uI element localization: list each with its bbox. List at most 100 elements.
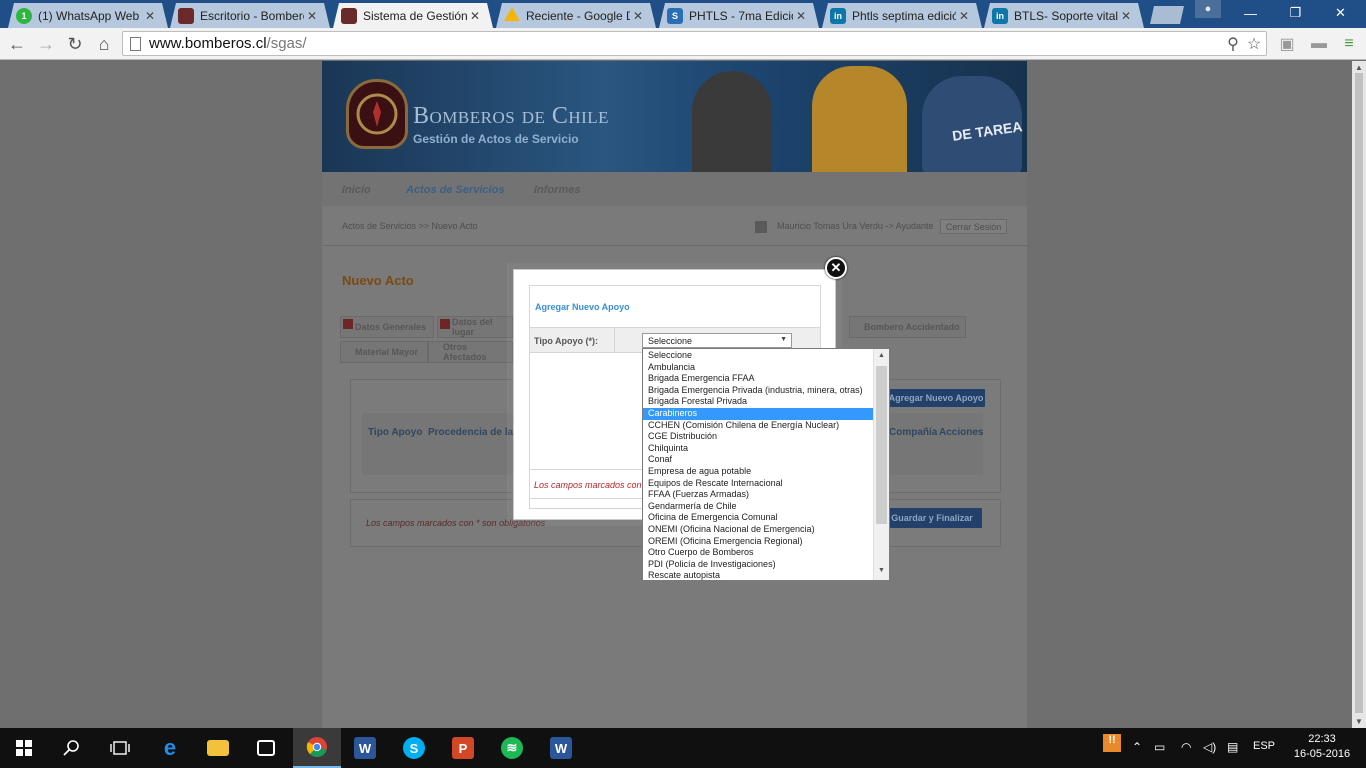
scroll-thumb[interactable] [876, 366, 887, 524]
nav-inicio[interactable]: Inicio [342, 184, 371, 196]
chevron-up-icon[interactable]: ⌃ [1132, 740, 1142, 754]
nav-informes[interactable]: Informes [534, 184, 580, 196]
scroll-up-icon[interactable]: ▲ [878, 352, 885, 359]
save-finish-button[interactable]: Guardar y Finalizar [882, 508, 982, 528]
scroll-down-icon[interactable]: ▼ [878, 567, 885, 574]
dropdown-option[interactable]: Gendarmería de Chile [643, 501, 874, 513]
notification-icon[interactable]: ▤ [1227, 740, 1238, 754]
bookmark-star-icon[interactable]: ☆ [1243, 33, 1265, 55]
dropdown-option[interactable]: Equipos de Rescate Internacional [643, 478, 874, 490]
word-icon[interactable]: W [341, 728, 389, 768]
tab-bombero-accidentado[interactable]: Bombero Accidentado [849, 316, 966, 338]
language-indicator[interactable]: ESP [1253, 740, 1275, 752]
close-tab-icon[interactable]: ✕ [630, 9, 646, 23]
edge-icon[interactable]: e [146, 728, 194, 768]
dropdown-option[interactable]: Carabineros [643, 407, 874, 420]
close-tab-icon[interactable]: ✕ [1118, 9, 1134, 23]
skype-icon[interactable]: S [390, 728, 438, 768]
forward-icon[interactable]: → [34, 32, 58, 56]
dropdown-option[interactable]: Ambulancia [643, 362, 874, 374]
tab-datos-generales[interactable]: Datos Generales [340, 316, 434, 338]
close-tab-icon[interactable]: ✕ [304, 9, 320, 23]
task-view-icon[interactable] [96, 728, 144, 768]
tab-escritorio[interactable]: Escritorio - Bomberos ✕ [170, 3, 330, 28]
profile-icon[interactable]: ● [1195, 0, 1221, 18]
dropdown-option[interactable]: OREMI (Oficina Emergencia Regional) [643, 536, 874, 548]
restore-icon[interactable]: ❐ [1273, 0, 1318, 26]
tab-material-mayor[interactable]: Material Mayor [340, 341, 428, 363]
clock-date: 16-05-2016 [1293, 748, 1351, 760]
dropdown-option[interactable]: Seleccione [643, 350, 874, 362]
new-tab-button[interactable] [1150, 6, 1184, 24]
extension-icon[interactable]: ▬ [1308, 33, 1330, 55]
tab-phtls[interactable]: S PHTLS - 7ma Edición ✕ [659, 3, 819, 28]
dropdown-option[interactable]: CGE Distribución [643, 431, 874, 443]
page-title: Nuevo Acto [342, 273, 414, 288]
spotify-icon[interactable]: ≋ [488, 728, 536, 768]
clock-time: 22:33 [1308, 733, 1336, 745]
close-tab-icon[interactable]: ✕ [956, 9, 972, 23]
tipo-apoyo-select[interactable]: Seleccione ▼ [642, 333, 792, 348]
dropdown-option[interactable]: Brigada Emergencia Privada (industria, m… [643, 385, 874, 397]
tab-whatsapp[interactable]: 1 (1) WhatsApp Web ✕ [8, 3, 168, 28]
scroll-thumb[interactable] [1355, 73, 1363, 713]
logout-button[interactable]: Cerrar Sesión [940, 219, 1007, 234]
close-tab-icon[interactable]: ✕ [793, 9, 809, 23]
error-icon [440, 319, 450, 329]
clock[interactable]: 22:33 16-05-2016 [1287, 732, 1357, 762]
close-tab-icon[interactable]: ✕ [467, 9, 483, 23]
dropdown-option[interactable]: Rescate autopista [643, 570, 874, 580]
minimize-icon[interactable]: — [1228, 0, 1273, 26]
column-header: Tipo Apoyo [368, 427, 423, 438]
dropdown-option[interactable]: Brigada Emergencia FFAA [643, 373, 874, 385]
page-scrollbar[interactable]: ▲ ▼ [1352, 61, 1366, 728]
home-icon[interactable]: ⌂ [92, 32, 116, 56]
scroll-up-icon[interactable]: ▲ [1355, 63, 1363, 72]
tab-btls-linkedin[interactable]: in BTLS- Soporte vital básico ✕ [984, 3, 1144, 28]
dropdown-option[interactable]: PDI (Policía de Investigaciones) [643, 559, 874, 571]
file-explorer-icon[interactable] [194, 728, 242, 768]
dropdown-option[interactable]: Oficina de Emergencia Comunal [643, 512, 874, 524]
volume-icon[interactable]: ◁) [1203, 740, 1216, 754]
column-header: Procedencia de la a [428, 427, 522, 438]
dropdown-option[interactable]: Conaf [643, 454, 874, 466]
store-icon[interactable] [242, 728, 290, 768]
dropdown-scrollbar[interactable]: ▲ ▼ [873, 349, 889, 580]
tab-datos-lugar[interactable]: Datos del lugar [437, 316, 513, 338]
warning-icon[interactable]: !! [1103, 734, 1121, 752]
address-bar[interactable]: www.bomberos.cl/sgas/ [122, 31, 1267, 56]
dropdown-option[interactable]: Empresa de agua potable [643, 466, 874, 478]
reload-icon[interactable]: ↻ [63, 32, 87, 56]
close-tab-icon[interactable]: ✕ [142, 9, 158, 23]
start-icon[interactable] [0, 728, 48, 768]
menu-icon[interactable]: ≡ [1338, 33, 1360, 55]
dropdown-option[interactable]: Chilquinta [643, 443, 874, 455]
zoom-icon[interactable]: ⚲ [1222, 33, 1244, 55]
add-support-button[interactable]: Agregar Nuevo Apoyo [887, 389, 985, 407]
scroll-down-icon[interactable]: ▼ [1355, 717, 1363, 726]
close-icon[interactable]: ✕ [825, 257, 847, 279]
tab-sistema-gestion[interactable]: Sistema de Gestión de Actos ✕ [333, 3, 493, 28]
dropdown-option[interactable]: CCHEN (Comisión Chilena de Energía Nucle… [643, 420, 874, 432]
wifi-icon[interactable]: ◠ [1181, 740, 1191, 754]
tipo-apoyo-dropdown[interactable]: Seleccione Ambulancia Brigada Emergencia F… [642, 348, 890, 581]
powerpoint-icon[interactable]: P [439, 728, 487, 768]
tab-phtls-linkedin[interactable]: in Phtls septima edición ✕ [822, 3, 982, 28]
tab-label: Datos del lugar [452, 317, 493, 337]
nav-actos-servicios[interactable]: Actos de Servicios [406, 184, 504, 196]
dropdown-option[interactable]: ONEMI (Oficina Nacional de Emergencia) [643, 524, 874, 536]
dropdown-option[interactable]: Brigada Forestal Privada [643, 396, 874, 408]
chrome-icon[interactable] [293, 728, 341, 768]
browser-tab-strip: 1 (1) WhatsApp Web ✕ Escritorio - Bomber… [0, 0, 1366, 28]
extension-icon[interactable]: ▣ [1276, 33, 1298, 55]
tab-otros-afectados[interactable]: Otros Afectados [428, 341, 513, 363]
dropdown-option[interactable]: FFAA (Fuerzas Armadas) [643, 489, 874, 501]
dropdown-option[interactable]: Otro Cuerpo de Bomberos [643, 547, 874, 559]
window-close-icon[interactable]: ✕ [1318, 0, 1363, 26]
back-icon[interactable]: ← [5, 32, 29, 56]
tab-title: (1) WhatsApp Web [38, 8, 140, 23]
search-icon[interactable] [48, 728, 96, 768]
battery-icon[interactable]: ▭ [1154, 740, 1165, 754]
tab-google-drive[interactable]: Reciente - Google Drive ✕ [496, 3, 656, 28]
word-icon[interactable]: W [537, 728, 585, 768]
